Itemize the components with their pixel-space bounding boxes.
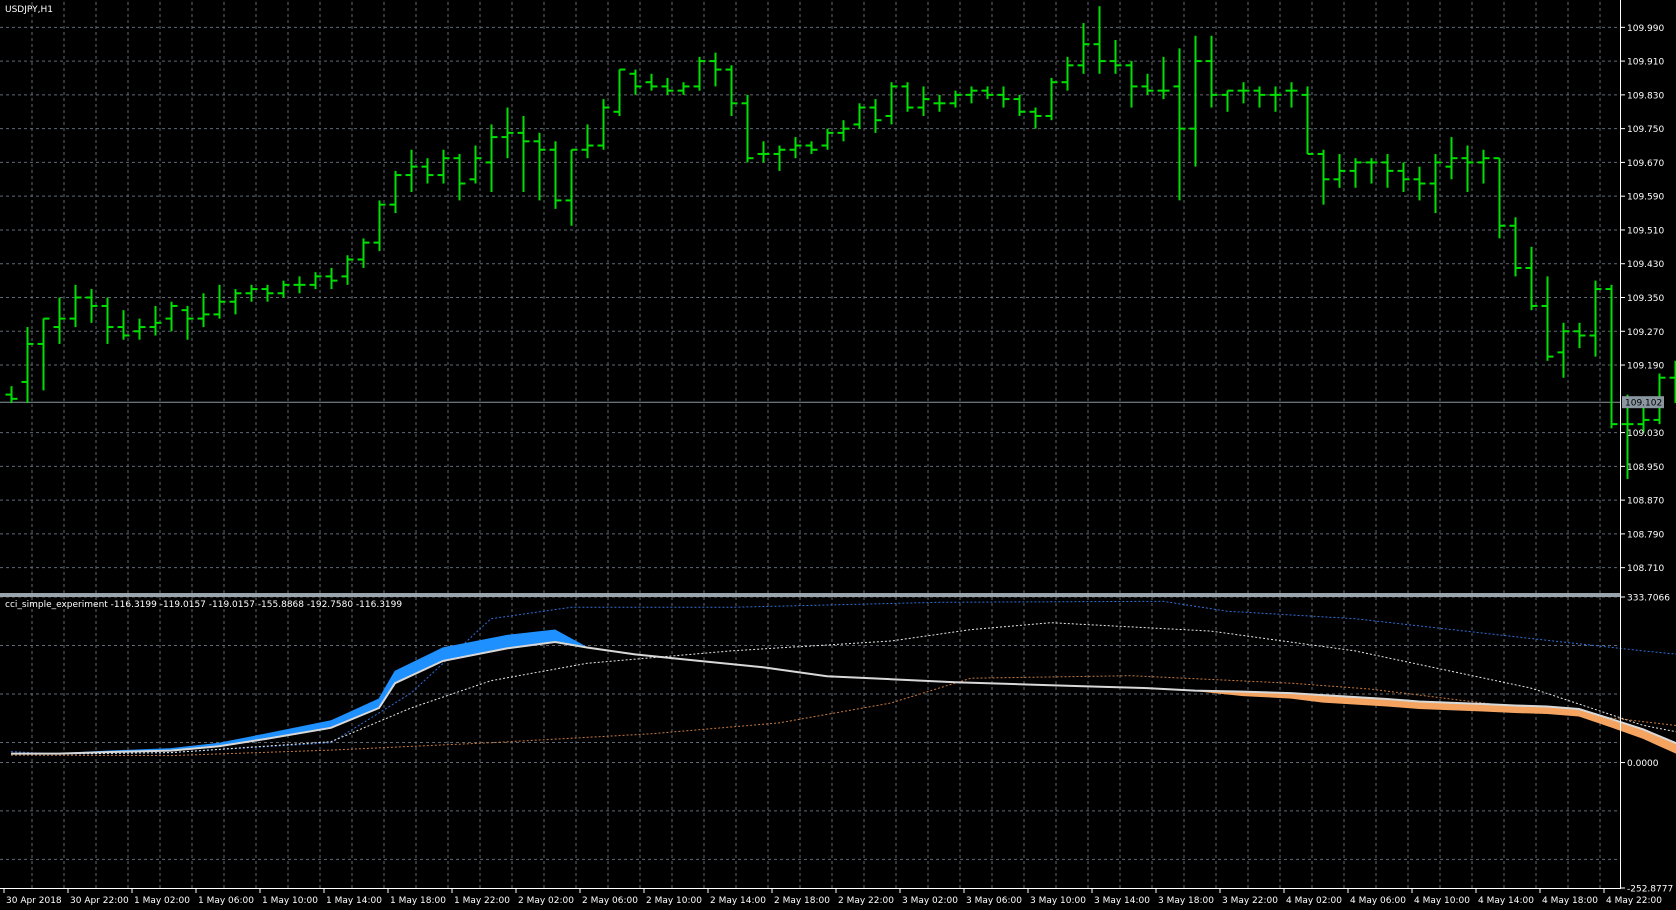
time-tick-label: 2 May 14:00 [710,896,766,906]
time-tick-label: 3 May 22:00 [1222,896,1278,906]
pane-separator [0,593,1620,597]
symbol-label: USDJPY,H1 [5,5,53,15]
time-tick-label: 4 May 10:00 [1414,896,1470,906]
time-tick-label: 4 May 18:00 [1542,896,1598,906]
price-tick-label: 109.430 [1627,260,1664,270]
time-tick-label: 2 May 22:00 [838,896,894,906]
time-tick-label: 3 May 10:00 [1030,896,1086,906]
price-tick-label: 109.990 [1627,24,1664,34]
time-tick-label: 1 May 02:00 [134,896,190,906]
time-tick-label: 4 May 06:00 [1350,896,1406,906]
price-tick-label: 108.870 [1627,497,1664,507]
time-tick-label: 2 May 18:00 [774,896,830,906]
price-tick-label: 108.710 [1627,564,1664,574]
price-tick-label: 108.790 [1627,530,1664,540]
time-tick-label: 2 May 02:00 [518,896,574,906]
price-tick-label: 109.190 [1627,362,1664,372]
time-tick-label: 1 May 22:00 [454,896,510,906]
time-tick-label: 4 May 14:00 [1478,896,1534,906]
time-tick-label: 1 May 10:00 [262,896,318,906]
time-tick-label: 1 May 18:00 [390,896,446,906]
price-tick-label: 109.510 [1627,226,1664,236]
price-tick-label: 109.670 [1627,159,1664,169]
time-tick-label: 3 May 18:00 [1158,896,1214,906]
chart-background [0,0,1676,910]
time-tick-label: 1 May 14:00 [326,896,382,906]
price-tick-label: 108.950 [1627,463,1664,473]
price-tick-label: 109.350 [1627,294,1664,304]
price-tick-label: 109.030 [1627,429,1664,439]
cci-tick-label: -252.8777 [1627,885,1673,895]
time-tick-label: 4 May 22:00 [1606,896,1662,906]
time-tick-label: 30 Apr 22:00 [70,896,129,906]
time-tick-label: 4 May 02:00 [1286,896,1342,906]
chart-window: 109.990 109.910 109.830 109.750 109.670 109.5… [0,0,1676,910]
time-tick-label: 2 May 10:00 [646,896,702,906]
price-tick-label: 109.750 [1627,125,1664,135]
time-tick-label: 3 May 06:00 [966,896,1022,906]
price-tick-label: 109.830 [1627,91,1664,101]
price-tick-label: 109.910 [1627,58,1664,68]
indicator-label: cci_simple_experiment -116.3199 -119.015… [5,600,402,610]
cci-tick-label: 0.0000 [1627,759,1659,769]
price-tick-label: 109.270 [1627,328,1664,338]
time-tick-label: 3 May 14:00 [1094,896,1150,906]
time-tick-label: 1 May 06:00 [198,896,254,906]
cci-tick-label: 333.7066 [1627,594,1670,604]
time-tick-label: 30 Apr 2018 [6,896,62,906]
time-tick-label: 3 May 02:00 [902,896,958,906]
time-tick-label: 2 May 06:00 [582,896,638,906]
current-price-label: 109.102 [1625,399,1662,409]
price-tick-label: 109.590 [1627,193,1664,203]
